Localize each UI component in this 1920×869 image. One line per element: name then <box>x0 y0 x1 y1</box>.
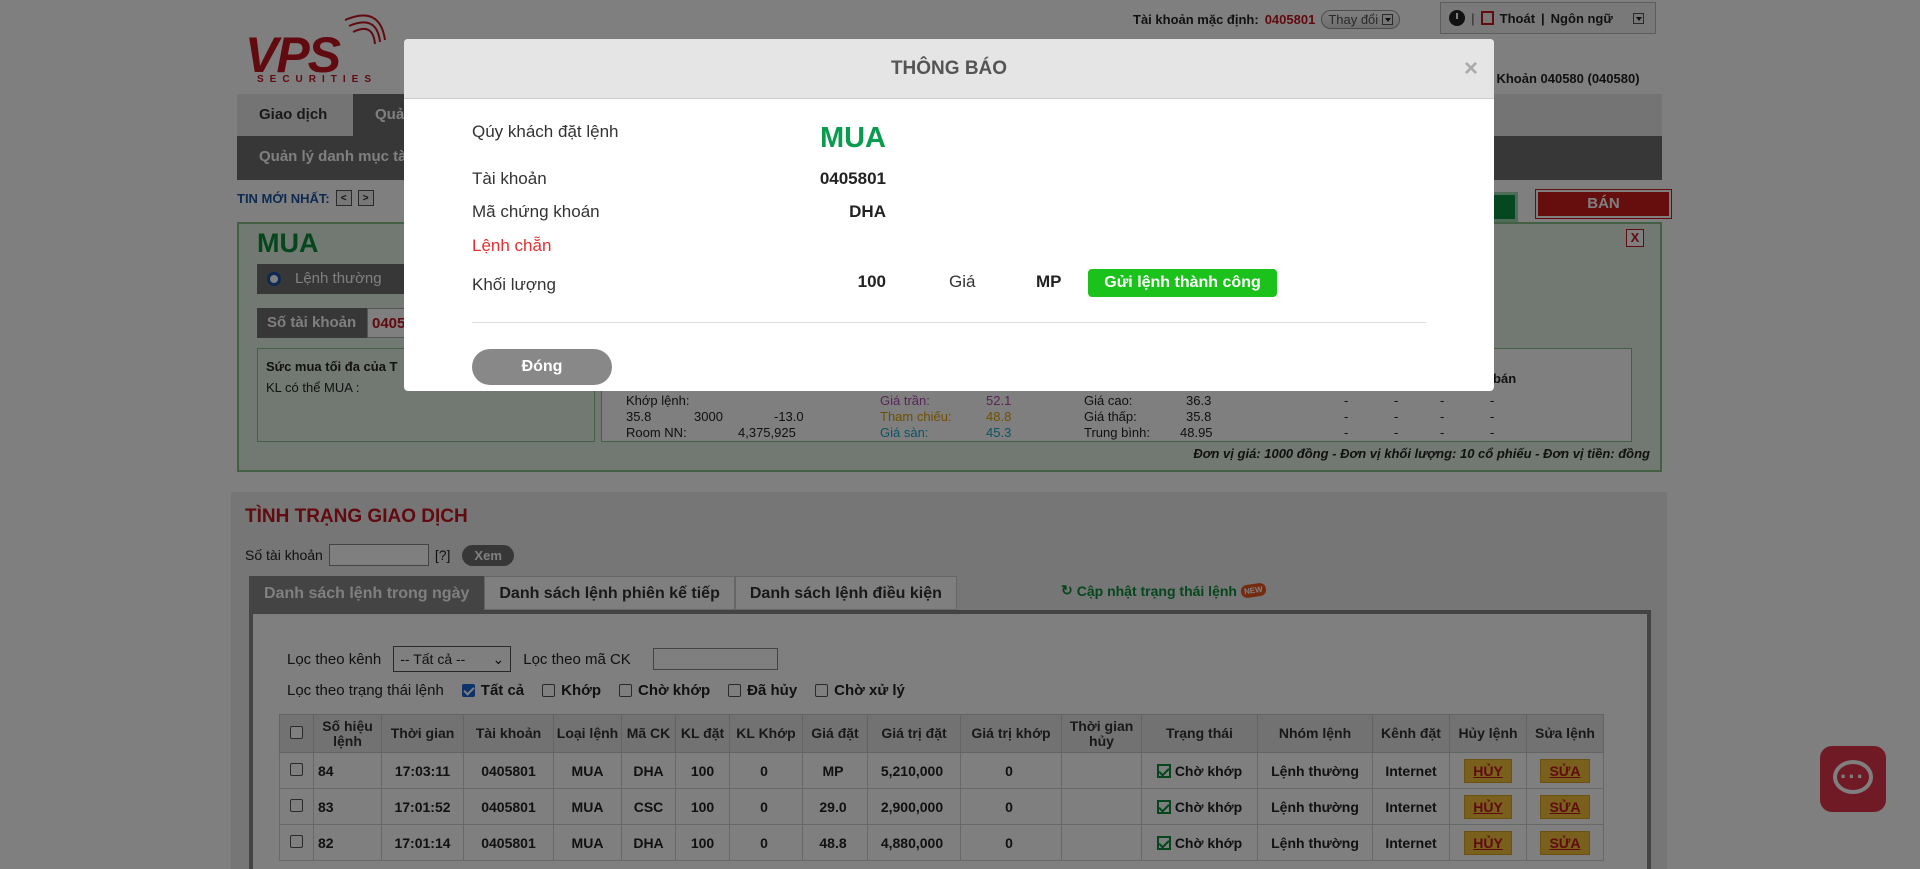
success-badge: Gửi lệnh thành công <box>1088 269 1277 297</box>
dialog-header: THÔNG BÁO × <box>404 39 1494 99</box>
order-label: Qúy khách đặt lệnh <box>472 122 619 141</box>
close-icon[interactable]: × <box>1464 39 1478 99</box>
account-value: 0405801 <box>819 169 886 188</box>
quantity-value: 100 <box>857 272 886 291</box>
stock-code-label: Mã chứng khoán <box>472 202 600 221</box>
stock-code-value: DHA <box>849 202 886 221</box>
dialog-title: THÔNG BÁO <box>890 58 1008 79</box>
close-button[interactable]: Đóng <box>472 349 612 385</box>
price-label: Giá <box>949 272 976 291</box>
page: VPS SECURITIES Tài khoản mặc định: 04058… <box>0 0 1920 869</box>
account-label: Tài khoản <box>472 169 547 188</box>
dialog-divider <box>472 322 1426 323</box>
quantity-label: Khối lượng <box>472 275 556 294</box>
order-side-value: MUA <box>819 122 886 154</box>
price-value: MP <box>1036 272 1062 291</box>
order-confirmation-dialog: THÔNG BÁO × Qúy khách đặt lệnh MUA Tài k… <box>404 39 1494 391</box>
lot-type-label: Lệnh chẵn <box>472 236 552 255</box>
